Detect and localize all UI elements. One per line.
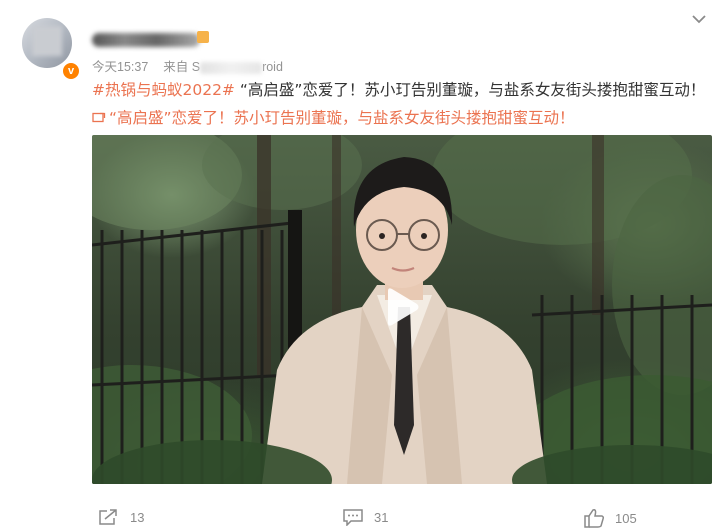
play-icon[interactable]: [384, 287, 420, 327]
verified-badge-icon: v: [62, 62, 80, 80]
like-button[interactable]: 105: [583, 508, 637, 528]
avatar[interactable]: [22, 18, 72, 68]
more-chevron-icon[interactable]: [690, 10, 710, 26]
hashtag-link[interactable]: #热锅与蚂蚁2022#: [92, 81, 235, 99]
post-text: #热锅与蚂蚁2022# “高启盛”恋爱了！苏小玎告别董璇，与盐系女友街头搂抱甜蜜…: [92, 78, 705, 100]
post-source-prefix: 来自 S: [163, 60, 201, 74]
link-icon: [92, 110, 107, 123]
repost-count: 13: [130, 509, 145, 525]
post-actions: 13 31 105: [0, 508, 724, 530]
post-source-suffix: roid: [262, 60, 283, 74]
user-badge-icon: [197, 31, 209, 43]
post-text-main: “高启盛”恋爱了！苏小玎告别董璇，与盐系女友街头搂抱甜蜜互动！: [234, 81, 706, 99]
post-source-blurred: [200, 61, 263, 74]
comment-icon: [343, 509, 363, 526]
article-link-label: “高启盛”恋爱了！苏小玎告别董璇，与盐系女友街头搂抱甜蜜互动！: [109, 109, 575, 127]
repost-button[interactable]: 13: [98, 508, 144, 526]
article-link[interactable]: “高启盛”恋爱了！苏小玎告别董璇，与盐系女友街头搂抱甜蜜互动！: [92, 106, 575, 128]
comment-count: 31: [374, 509, 389, 525]
like-icon: [584, 509, 605, 528]
post-time[interactable]: 今天15:37: [92, 60, 148, 74]
like-count: 105: [615, 510, 637, 526]
username-blurred[interactable]: [92, 33, 200, 47]
comment-button[interactable]: 31: [342, 508, 388, 526]
repost-icon: [99, 509, 117, 525]
post-meta: 今天15:37 来自 S roid: [92, 56, 283, 75]
